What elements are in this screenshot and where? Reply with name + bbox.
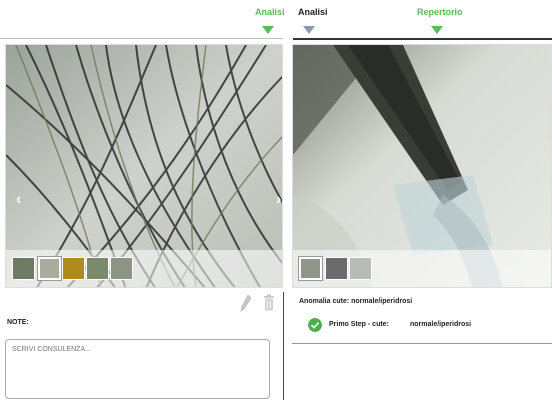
scalp-image-viewer[interactable] bbox=[292, 44, 552, 288]
tab-analisi-left[interactable]: Analisi bbox=[255, 7, 285, 17]
thumbnail-3[interactable] bbox=[62, 257, 85, 280]
thumbnail-strip-right bbox=[293, 250, 551, 287]
chevron-left-icon[interactable]: ‹ bbox=[16, 191, 21, 209]
tab-analisi[interactable]: Analisi bbox=[298, 7, 328, 17]
pencil-icon[interactable] bbox=[240, 294, 252, 312]
tab-marker-active bbox=[303, 26, 315, 34]
step-name: Primo Step - cute: bbox=[329, 321, 389, 328]
top-tab-bar: Analisi Analisi Repertorio bbox=[0, 0, 552, 40]
tab-underline-left bbox=[0, 38, 283, 39]
hair-image-viewer[interactable]: ‹ › bbox=[5, 44, 283, 288]
tab-repertorio[interactable]: Repertorio bbox=[417, 7, 463, 17]
step-value: normale/iperidrosi bbox=[410, 321, 472, 328]
thumbnail-r3[interactable] bbox=[349, 257, 372, 280]
thumbnail-5[interactable] bbox=[110, 257, 133, 280]
analysis-step-row: Primo Step - cute: normale/iperidrosi bbox=[292, 313, 552, 342]
thumbnail-2-selected[interactable] bbox=[37, 256, 62, 281]
panel-divider bbox=[283, 292, 284, 400]
tab-underline-active bbox=[293, 38, 552, 40]
tab-marker-left bbox=[262, 26, 274, 34]
thumbnail-4[interactable] bbox=[86, 257, 109, 280]
notes-input[interactable] bbox=[5, 339, 270, 399]
check-circle-icon bbox=[308, 318, 322, 332]
step-separator bbox=[292, 343, 552, 344]
thumbnail-1[interactable] bbox=[12, 257, 35, 280]
thumbnail-r2[interactable] bbox=[325, 257, 348, 280]
thumbnail-strip bbox=[6, 250, 282, 287]
chevron-right-icon[interactable]: › bbox=[276, 191, 281, 209]
thumbnail-r1-selected[interactable] bbox=[298, 256, 323, 281]
anomaly-label: Anomalia cute: normale/iperidrosi bbox=[299, 298, 413, 305]
notes-label: NOTE: bbox=[7, 319, 29, 326]
trash-icon[interactable] bbox=[263, 294, 275, 312]
tab-marker-right bbox=[431, 26, 443, 34]
